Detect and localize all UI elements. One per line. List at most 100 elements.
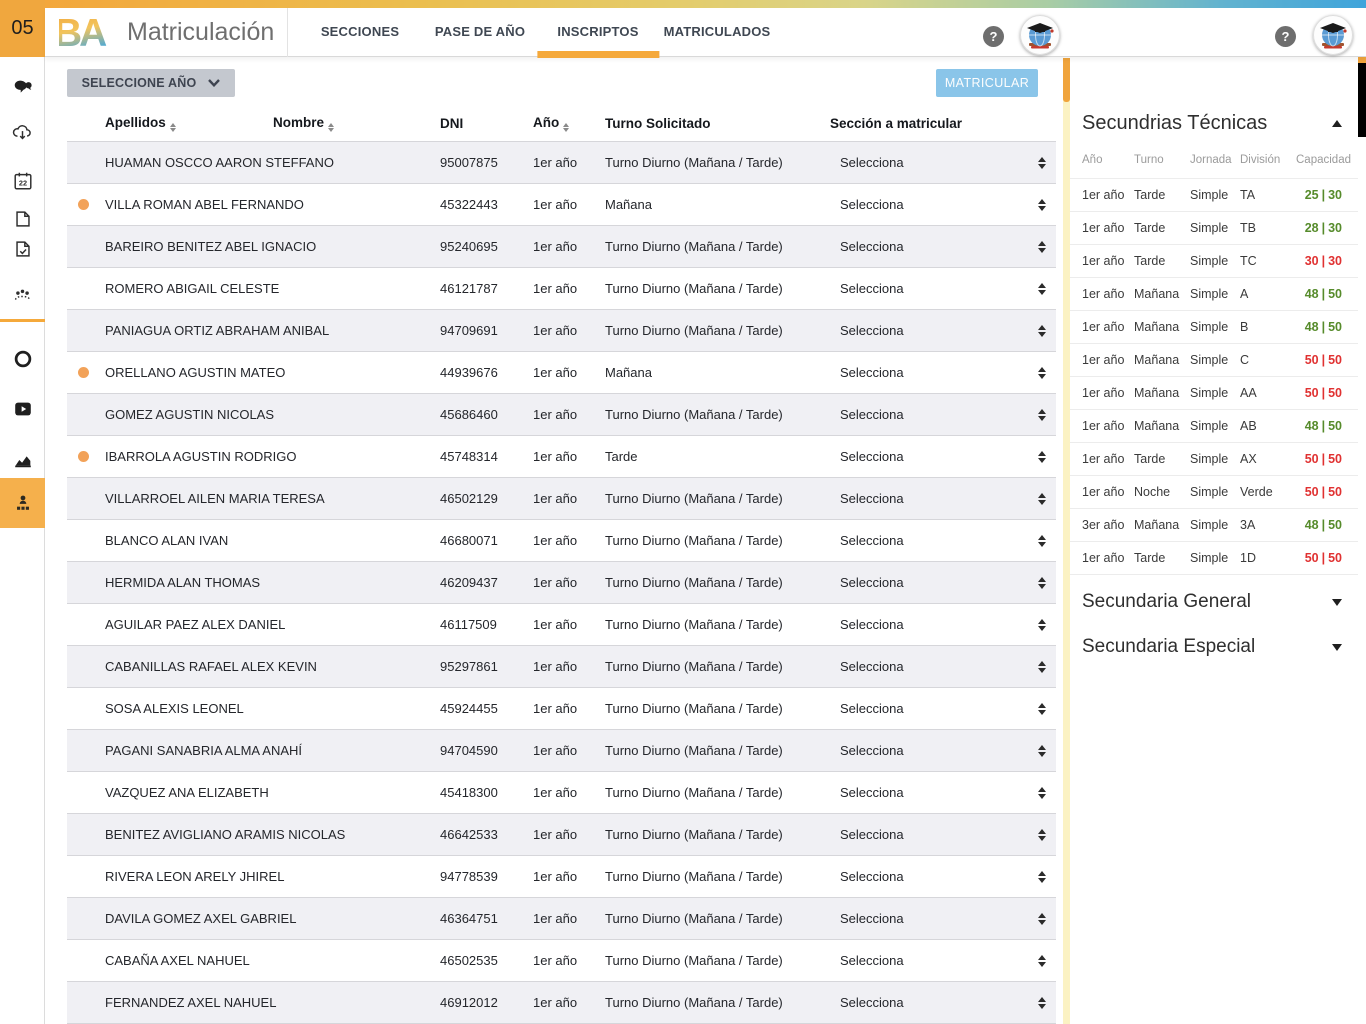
section-row[interactable]: 1er añoMañanaSimpleAB48|50 xyxy=(1070,410,1358,443)
student-year: 1er año xyxy=(528,155,600,170)
student-year: 1er año xyxy=(528,827,600,842)
seccion-select-value: Selecciona xyxy=(840,491,904,506)
section-turno: Tarde xyxy=(1134,221,1190,235)
students-table: Apellidos Nombre DNI Año Turno Solicitad… xyxy=(67,105,1056,1024)
seccion-select[interactable]: Selecciona xyxy=(828,520,1056,561)
column-apellidos[interactable]: Apellidos xyxy=(100,115,268,132)
student-dni: 46121787 xyxy=(435,281,528,296)
seccion-select[interactable]: Selecciona xyxy=(828,226,1056,267)
seccion-select[interactable]: Selecciona xyxy=(828,352,1056,393)
section-anio: 1er año xyxy=(1082,386,1134,400)
section-row[interactable]: 1er añoMañanaSimpleA48|50 xyxy=(1070,278,1358,311)
user-avatar-secondary[interactable] xyxy=(1313,15,1353,55)
group-secundaria-especial[interactable]: Secundaria Especial xyxy=(1070,629,1358,665)
seccion-select[interactable]: Selecciona xyxy=(828,562,1056,603)
section-capacity: 48|50 xyxy=(1296,419,1342,433)
section-capacity: 28|30 xyxy=(1296,221,1342,235)
student-name: ROMERO ABIGAIL CELESTE xyxy=(100,281,435,296)
student-name: HUAMAN OSCCO AARON STEFFANO xyxy=(100,155,435,170)
section-division: TC xyxy=(1240,254,1296,268)
sections-table-body: 1er añoTardeSimpleTA25|301er añoTardeSim… xyxy=(1070,179,1358,575)
document-check-icon[interactable] xyxy=(0,234,45,264)
section-division: AB xyxy=(1240,419,1296,433)
student-dni: 45418300 xyxy=(435,785,528,800)
student-name: VILLA ROMAN ABEL FERNANDO xyxy=(100,197,435,212)
flag-cell xyxy=(67,367,100,378)
student-dni: 44939676 xyxy=(435,365,528,380)
seccion-select[interactable]: Selecciona xyxy=(828,730,1056,771)
content-scrollbar[interactable] xyxy=(1063,58,1070,1024)
select-stepper-icon xyxy=(1038,199,1046,211)
video-icon[interactable] xyxy=(0,394,45,424)
section-jornada: Simple xyxy=(1190,419,1240,433)
section-row[interactable]: 1er añoTardeSimple1D50|50 xyxy=(1070,542,1358,575)
help-icon-secondary[interactable]: ? xyxy=(1275,26,1296,47)
seccion-select[interactable]: Selecciona xyxy=(828,688,1056,729)
column-ano[interactable]: Año xyxy=(528,115,600,132)
section-row[interactable]: 3er añoMañanaSimple3A48|50 xyxy=(1070,509,1358,542)
section-row[interactable]: 1er añoMañanaSimpleAA50|50 xyxy=(1070,377,1358,410)
seccion-select[interactable]: Selecciona xyxy=(828,940,1056,981)
column-nombre[interactable]: Nombre xyxy=(268,115,435,132)
select-stepper-icon xyxy=(1038,577,1046,589)
section-row[interactable]: 1er añoTardeSimpleTC30|30 xyxy=(1070,245,1358,278)
seccion-select[interactable]: Selecciona xyxy=(828,898,1056,939)
seccion-select[interactable]: Selecciona xyxy=(828,142,1056,183)
col-capacidad: Capacidad xyxy=(1296,154,1351,166)
seccion-select-value: Selecciona xyxy=(840,995,904,1010)
student-row: VILLARROEL AILEN MARIA TERESA465021291er… xyxy=(67,478,1056,520)
section-row[interactable]: 1er añoTardeSimpleTB28|30 xyxy=(1070,212,1358,245)
tab-pase-de-ano[interactable]: PASE DE AÑO xyxy=(435,8,525,57)
select-stepper-icon xyxy=(1038,367,1046,379)
seccion-select[interactable]: Selecciona xyxy=(828,646,1056,687)
student-year: 1er año xyxy=(528,281,600,296)
chart-icon[interactable] xyxy=(0,445,45,475)
seccion-select[interactable]: Selecciona xyxy=(828,604,1056,645)
seccion-select[interactable]: Selecciona xyxy=(828,982,1056,1023)
people-icon[interactable] xyxy=(0,280,45,310)
section-row[interactable]: 1er añoNocheSimpleVerde50|50 xyxy=(1070,476,1358,509)
matricular-button[interactable]: MATRICULAR xyxy=(936,69,1038,97)
group-title: Secundaria Especial xyxy=(1082,636,1255,658)
seccion-select[interactable]: Selecciona xyxy=(828,268,1056,309)
year-select-button[interactable]: SELECCIONE AÑO xyxy=(67,69,235,97)
seccion-select[interactable]: Selecciona xyxy=(828,184,1056,225)
tab-inscriptos[interactable]: INSCRIPTOS xyxy=(557,8,638,57)
seccion-select[interactable]: Selecciona xyxy=(828,814,1056,855)
student-dni: 46680071 xyxy=(435,533,528,548)
section-jornada: Simple xyxy=(1190,221,1240,235)
seccion-select[interactable]: Selecciona xyxy=(828,772,1056,813)
group-secundarias-tecnicas[interactable]: Secundrias Técnicas xyxy=(1070,105,1358,141)
student-turno: Turno Diurno (Mañana / Tarde) xyxy=(600,827,828,842)
group-secundaria-general[interactable]: Secundaria General xyxy=(1070,584,1358,620)
tab-matriculados[interactable]: MATRICULADOS xyxy=(664,8,771,57)
content-scrollbar-thumb[interactable] xyxy=(1063,58,1070,102)
section-row[interactable]: 1er añoMañanaSimpleC50|50 xyxy=(1070,344,1358,377)
seccion-select[interactable]: Selecciona xyxy=(828,856,1056,897)
enrollment-icon-active[interactable] xyxy=(0,478,45,528)
seccion-select[interactable]: Selecciona xyxy=(828,394,1056,435)
cloud-download-icon[interactable] xyxy=(0,117,45,147)
section-row[interactable]: 1er añoMañanaSimpleB48|50 xyxy=(1070,311,1358,344)
seccion-select[interactable]: Selecciona xyxy=(828,478,1056,519)
student-year: 1er año xyxy=(528,323,600,338)
panel-scrollbar-thumb[interactable] xyxy=(1358,63,1366,137)
seccion-select[interactable]: Selecciona xyxy=(828,310,1056,351)
user-avatar[interactable] xyxy=(1020,15,1060,55)
page-title: Matriculación xyxy=(127,8,274,57)
ring-icon[interactable] xyxy=(0,344,45,374)
corner-tag: 05 xyxy=(0,0,45,57)
help-icon[interactable]: ? xyxy=(983,26,1004,47)
comments-icon[interactable] xyxy=(0,73,45,103)
chevron-down-icon xyxy=(208,79,220,87)
tab-secciones[interactable]: SECCIONES xyxy=(321,8,399,57)
calendar-icon[interactable]: 22 xyxy=(0,166,45,196)
seccion-select[interactable]: Selecciona xyxy=(828,436,1056,477)
section-row[interactable]: 1er añoTardeSimpleTA25|30 xyxy=(1070,179,1358,212)
section-row[interactable]: 1er añoTardeSimpleAX50|50 xyxy=(1070,443,1358,476)
student-row: RIVERA LEON ARELY JHIREL947785391er añoT… xyxy=(67,856,1056,898)
panel-scrollbar[interactable] xyxy=(1358,57,1366,1024)
section-capacity: 25|30 xyxy=(1296,188,1342,202)
document-icon[interactable] xyxy=(0,204,45,234)
student-row: BLANCO ALAN IVAN466800711er añoTurno Diu… xyxy=(67,520,1056,562)
